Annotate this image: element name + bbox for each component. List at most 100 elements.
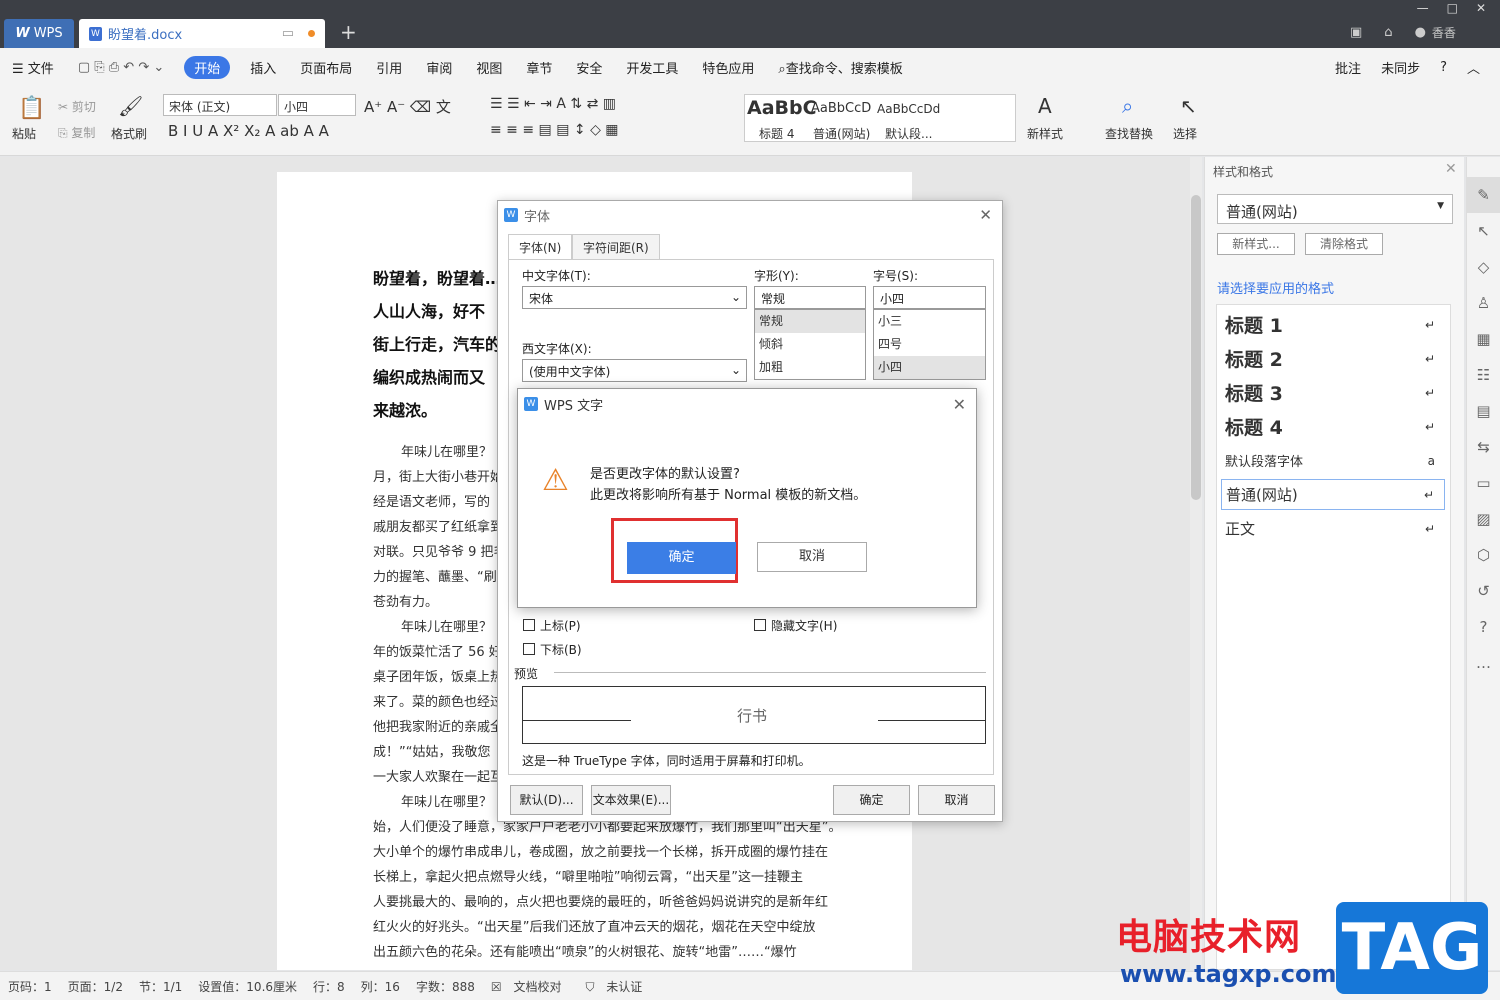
more-icon[interactable]: … [1467,645,1500,681]
cut-button[interactable]: ✂ 剪切 [58,98,96,115]
superscript-checkbox[interactable] [523,619,535,631]
subscript-checkbox[interactable] [523,643,535,655]
style-list-item[interactable]: 标题 3 ↵ [1221,377,1445,408]
font-dialog-close-icon[interactable]: ✕ [979,206,992,224]
quick-access-icons[interactable]: ▢ ⎘ ⎙ ↶ ↷ ⌄ [66,60,176,75]
pointer-icon[interactable]: ↖ [1467,213,1500,249]
status-pages[interactable]: 页面：1/2 [60,978,131,995]
wps-home-tab[interactable]: W WPS [4,19,74,48]
format-painter-button[interactable]: 格式刷 [111,125,147,142]
west-font-select[interactable]: (使用中文字体) ⌄ [522,359,747,382]
comment-button[interactable]: 批注 [1335,58,1361,77]
style-list-item[interactable]: 标题 1 ↵ [1221,309,1445,340]
size-option[interactable]: 小四 [874,356,985,379]
style-list-item[interactable]: 正文 ↵ [1221,513,1445,544]
paragraph-tools-row2[interactable]: ≡ ≡ ≡ ▤ ▤ ↕ ◇ ▦ [490,122,619,138]
help-icon[interactable]: ? [1467,609,1500,645]
size-list-box[interactable]: 小三 四号 小四 [873,309,986,380]
style-option[interactable]: 倾斜 [755,333,865,356]
menu-features[interactable]: 特色应用 [690,58,766,77]
default-button[interactable]: 默认(D)... [510,785,583,815]
panel-close-icon[interactable]: ✕ [1445,161,1457,177]
shield-icon[interactable]: ⬡ [1467,537,1500,573]
status-line[interactable]: 行：8 [305,978,353,995]
shapes-icon[interactable]: ◇ [1467,249,1500,285]
collapse-ribbon-icon[interactable]: ︿ [1467,58,1480,77]
share-icon[interactable]: ⇆ [1467,429,1500,465]
find-icon[interactable]: ⌕ [1122,94,1133,118]
style-name-default[interactable]: 默认段... [885,125,932,142]
status-proofread[interactable]: ☒ 文档校对 [483,978,578,995]
cn-font-select[interactable]: 宋体 ⌄ [522,286,747,309]
style-list-box[interactable]: 常规 倾斜 加粗 [754,309,866,380]
minimize-icon[interactable]: — [1417,2,1429,14]
skin-icon[interactable]: ⌂ [1384,25,1392,40]
new-tab-button[interactable]: + [340,20,357,44]
menu-layout[interactable]: 页面布局 [288,58,364,77]
style-list-item[interactable]: 标题 4 ↵ [1221,411,1445,442]
menu-insert[interactable]: 插入 [238,58,288,77]
clear-format-button[interactable]: 清除格式 [1305,233,1383,255]
confirm-ok-button[interactable]: 确定 [627,542,736,574]
format-painter-icon[interactable]: 🖌 [118,94,143,118]
paste-button[interactable]: 粘贴 [12,125,36,142]
size-option[interactable]: 四号 [874,333,985,356]
style-name-normal-web[interactable]: 普通(网站) [813,125,870,142]
files-icon[interactable]: ▤ [1467,393,1500,429]
status-section[interactable]: 节：1/1 [131,978,190,995]
menu-security[interactable]: 安全 [564,58,614,77]
size-select[interactable]: 小四 [278,94,356,116]
maximize-icon[interactable]: □ [1447,2,1458,14]
layout-icon[interactable]: ▣ [1350,25,1362,40]
size-option[interactable]: 小三 [874,310,985,333]
help-button[interactable]: ? [1440,60,1447,75]
status-wordcount[interactable]: 字数：888 [408,978,483,995]
monitor-icon[interactable]: ▭ [282,26,294,41]
style-option[interactable]: 加粗 [755,356,865,379]
menu-reference[interactable]: 引用 [364,58,414,77]
style-sample-normal-web[interactable]: AaBbCcD [811,101,871,116]
tab-font[interactable]: 字体(N) [508,234,573,259]
font-cancel-button[interactable]: 取消 [918,785,995,815]
style-list-item[interactable]: 标题 2 ↵ [1221,343,1445,374]
status-setting[interactable]: 设置值：10.6厘米 [190,978,305,995]
new-style-panel-button[interactable]: 新样式... [1217,233,1295,255]
status-column[interactable]: 列：16 [353,978,408,995]
select-button[interactable]: 选择 [1173,125,1197,142]
menu-review[interactable]: 审阅 [414,58,464,77]
menu-icon[interactable]: ☰ 文件 [0,58,66,77]
style-sample-heading4[interactable]: AaBbC [747,97,817,119]
command-search[interactable]: ⌕查找命令、搜索模板 [766,58,914,77]
table-icon[interactable]: ▦ [1467,321,1500,357]
tab-spacing[interactable]: 字符间距(R) [572,234,660,259]
style-sample-default[interactable]: AaBbCcDd [877,102,940,116]
new-style-button[interactable]: 新样式 [1027,125,1063,142]
style-name-heading4[interactable]: 标题 4 [759,125,794,142]
stamp-icon[interactable]: ♙ [1467,285,1500,321]
size-input[interactable]: 小四 [873,286,986,309]
history-icon[interactable]: ↺ [1467,573,1500,609]
font-size-tools[interactable]: A⁺ A⁻ ⌫ 文 [364,96,451,117]
new-style-icon[interactable]: A [1038,94,1052,118]
text-format-tools[interactable]: B I U A X² X₂ A ab A A [168,122,329,140]
menu-start[interactable]: 开始 [184,55,231,79]
pen-icon[interactable]: ✎ [1467,177,1500,213]
adjust-icon[interactable]: ☷ [1467,357,1500,393]
status-certified[interactable]: ⛉ 未认证 [577,978,658,995]
font-select[interactable]: 宋体 (正文) [163,94,277,116]
menu-view[interactable]: 视图 [464,58,514,77]
archive-icon[interactable]: ▭ [1467,465,1500,501]
cursor-icon[interactable]: ↖ [1180,94,1197,118]
font-ok-button[interactable]: 确定 [833,785,910,815]
image-icon[interactable]: ▨ [1467,501,1500,537]
hidden-text-checkbox[interactable] [754,619,766,631]
close-icon[interactable]: ✕ [1476,2,1486,14]
menu-chapter[interactable]: 章节 [514,58,564,77]
copy-button[interactable]: ⎘ 复制 [58,124,95,141]
paste-icon[interactable]: 📋 [18,96,45,121]
current-style-select[interactable]: 普通(网站) ▼ [1217,194,1453,224]
document-tab[interactable]: W 盼望着.docx ▭ [79,19,325,48]
style-list-item[interactable]: 默认段落字体 a [1221,445,1445,476]
sync-button[interactable]: 未同步 [1381,58,1420,77]
confirm-close-icon[interactable]: ✕ [953,395,966,414]
